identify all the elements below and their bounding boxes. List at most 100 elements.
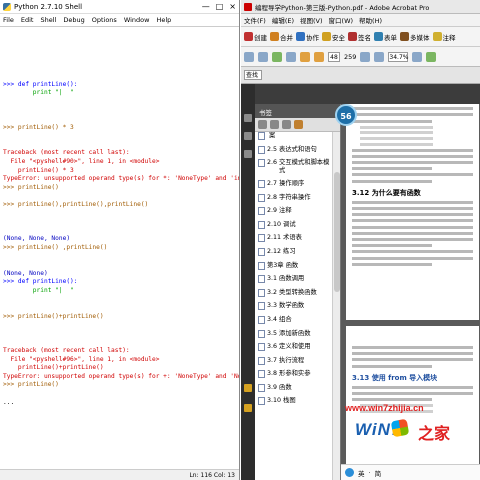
close-icon[interactable]: × (229, 2, 236, 11)
shell-title: Python 2.7.10 Shell (14, 2, 83, 11)
bookmark-title: 函数 (285, 261, 299, 269)
scrollbar-thumb[interactable] (334, 172, 340, 292)
minimize-icon[interactable]: — (202, 2, 210, 11)
bookmarks-icon[interactable] (244, 132, 252, 140)
menu-shell[interactable]: Shell (40, 16, 56, 24)
bookmark-title: 定义和使用 (279, 343, 311, 351)
bookmark-page-icon (258, 247, 265, 256)
task-button-label: 多媒体 (410, 33, 430, 42)
bookmark-item[interactable]: 3.4 组合 (258, 315, 332, 324)
shell-line: TypeError: unsupported operand type(s) f… (3, 372, 239, 380)
hand-tool-icon[interactable] (360, 51, 371, 62)
bookmark-item[interactable]: 2.9 注释 (258, 207, 332, 216)
bookmark-page-icon (258, 220, 265, 229)
bookmark-item[interactable]: 2.11 术语表 (258, 234, 332, 243)
comments-icon[interactable] (244, 384, 252, 392)
bookmark-item[interactable]: 3.1 函数调用 (258, 275, 332, 284)
task-button[interactable]: 注释 (432, 32, 456, 42)
bookmark-item[interactable]: 3.3 数学函数 (258, 302, 332, 311)
bookmark-item[interactable]: 2.5 表达式和语句 (258, 145, 332, 154)
new-bookmark-icon[interactable] (282, 120, 291, 129)
bookmark-item[interactable]: 2.12 练习 (258, 247, 332, 256)
prev-page-icon[interactable] (300, 51, 310, 62)
bookmark-item[interactable]: 第3章 函数 (258, 261, 332, 270)
options-icon[interactable] (258, 120, 267, 129)
bookmark-title: 注释 (279, 207, 292, 215)
bookmarks-scrollbar[interactable] (332, 132, 340, 480)
menu-window[interactable]: Window (124, 16, 150, 24)
acro-menu-help[interactable]: 帮助(H) (359, 15, 382, 25)
bookmark-item[interactable]: 2.6 交互模式和脚本模式 (258, 159, 332, 174)
shell-line: >>> def printLine(): (3, 80, 78, 88)
shell-output[interactable]: >>> def printLine(): print "| " >>> print… (0, 27, 239, 469)
maximize-icon[interactable]: □ (216, 2, 224, 11)
bookmarks-toolbar (255, 118, 340, 132)
bookmark-number: 3.4 (267, 315, 278, 323)
acrobat-title: 编程导学Python-第三版-Python.pdf - Adobe Acroba… (255, 3, 430, 12)
bookmark-title: 表达式和语句 (279, 145, 317, 153)
bookmark-number: 2.9 (267, 207, 278, 215)
task-button[interactable]: 安全 (322, 32, 345, 42)
shell-line: printLine()+printLine() (3, 364, 104, 372)
bookmark-number: 3.1 (267, 275, 278, 283)
zoom-input[interactable]: 34.7% (388, 51, 408, 62)
bookmark-item[interactable]: 3.8 形参和实参 (258, 370, 332, 379)
acro-menu-view[interactable]: 视图(V) (300, 15, 323, 25)
pages-icon[interactable] (244, 114, 252, 122)
bookmark-page-icon (258, 159, 265, 168)
bookmark-title: 操作顺序 (279, 179, 305, 187)
bookmark-item[interactable]: 3.9 函数 (258, 383, 332, 392)
ime-icon[interactable] (345, 468, 354, 477)
bookmark-title: 字符串操作 (279, 193, 311, 201)
menu-debug[interactable]: Debug (63, 16, 84, 24)
bookmark-item[interactable]: 案 (258, 132, 332, 140)
find-input[interactable]: 查找 (244, 70, 262, 80)
print-icon[interactable] (258, 51, 268, 62)
acro-menu-edit[interactable]: 编辑(E) (272, 15, 294, 25)
expand-bookmark-icon[interactable] (294, 120, 303, 129)
bookmark-page-icon (258, 343, 265, 352)
ime-lang[interactable]: 英 (358, 468, 365, 478)
task-button-label: 注释 (442, 33, 456, 42)
zoom-in-icon[interactable] (412, 51, 423, 62)
task-button[interactable]: 签名 (348, 32, 371, 42)
attachments-icon[interactable] (244, 150, 252, 158)
bookmark-item[interactable]: 3.6 定义和使用 (258, 343, 332, 352)
menu-file[interactable]: File (3, 16, 14, 24)
save-icon[interactable] (272, 51, 282, 62)
acro-menu-window[interactable]: 窗口(W) (329, 15, 354, 25)
task-button[interactable]: 表单 (374, 32, 397, 42)
bookmark-item[interactable]: 3.10 栈图 (258, 397, 332, 406)
fit-page-icon[interactable] (426, 51, 437, 62)
bookmark-item[interactable]: 3.7 执行流程 (258, 356, 332, 365)
task-button[interactable]: 多媒体 (400, 32, 430, 42)
bookmark-page-icon (258, 383, 265, 392)
bookmark-item[interactable]: 2.7 操作顺序 (258, 179, 332, 188)
acro-menu-file[interactable]: 文件(F) (244, 15, 266, 25)
shell-line: ... (3, 398, 15, 406)
bookmark-item[interactable]: 2.10 调试 (258, 220, 332, 229)
bookmark-item[interactable]: 3.2 类型转换函数 (258, 288, 332, 297)
bookmark-item[interactable]: 2.8 字符串操作 (258, 193, 332, 202)
next-page-icon[interactable] (314, 51, 324, 62)
menu-options[interactable]: Options (92, 16, 117, 24)
shell-status-bar: Ln: 116 Col: 13 (0, 469, 239, 480)
task-button[interactable]: 协作 (296, 32, 319, 42)
bookmarks-panel: 书签 案 2.5 表达式和语句 2.6 交互模式和脚本模式 2.7 操作顺序 2.8 字符串操作… (255, 104, 341, 480)
bookmark-item[interactable]: 3.5 添加新函数 (258, 329, 332, 338)
menu-help[interactable]: Help (156, 16, 171, 24)
email-icon[interactable] (286, 51, 296, 62)
delete-bookmark-icon[interactable] (270, 120, 279, 129)
page-total: 259 (344, 52, 357, 61)
layers-icon[interactable] (244, 404, 252, 412)
zoom-out-icon[interactable] (374, 51, 385, 62)
open-icon[interactable] (244, 51, 254, 62)
ime-simplified[interactable]: 简 (375, 468, 382, 478)
task-button[interactable]: 合并 (270, 32, 293, 42)
menu-edit[interactable]: Edit (21, 16, 34, 24)
page-number-input[interactable]: 48 (328, 51, 340, 62)
task-button[interactable]: 创建 (244, 32, 267, 42)
